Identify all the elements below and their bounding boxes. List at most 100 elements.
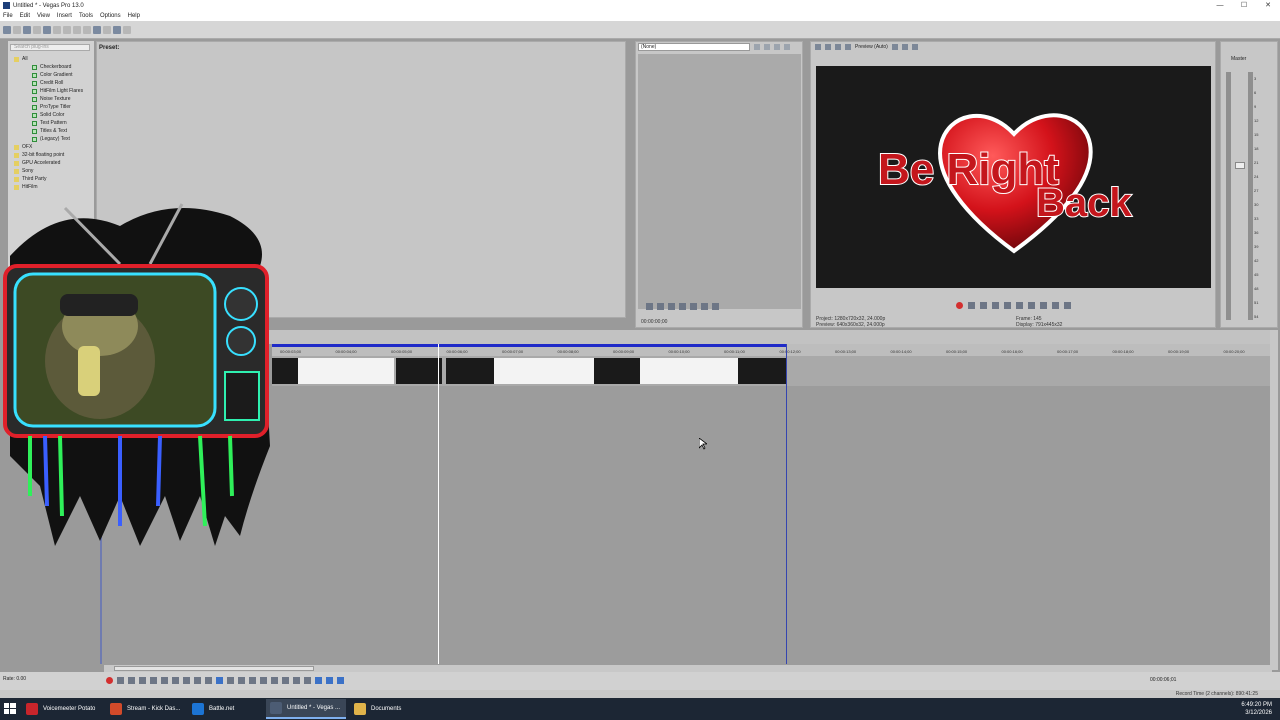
master-fader[interactable] — [1235, 162, 1245, 169]
envelope-tool-icon[interactable] — [227, 677, 234, 684]
preview-fx-icon[interactable] — [835, 44, 841, 50]
playhead-cursor[interactable] — [438, 344, 439, 664]
taskbar-item[interactable]: Stream - Kick Das... — [106, 699, 184, 719]
delete-icon[interactable] — [249, 677, 256, 684]
plugin-tree-item[interactable]: Color Gradient — [10, 71, 83, 79]
go-to-start-icon[interactable] — [172, 677, 179, 684]
preview-stop-icon[interactable] — [1016, 302, 1023, 309]
plugin-tree-item[interactable]: OFX — [10, 143, 83, 151]
plugin-tree-item[interactable]: Sony — [10, 167, 83, 175]
menu-help[interactable]: Help — [128, 13, 140, 19]
trimmer-media-select[interactable]: (None) — [638, 43, 750, 51]
time-ruler[interactable]: 00:00:03;00 00:00:04;00 00:00:05;00 00:00:0… — [272, 344, 1270, 356]
taskbar-item[interactable]: Voicemeeter Potato — [22, 699, 102, 719]
trimmer-pause-icon[interactable] — [679, 303, 686, 310]
video-event[interactable] — [494, 358, 594, 384]
trimmer-play-icon[interactable] — [668, 303, 675, 310]
loop-end-marker[interactable] — [786, 344, 787, 664]
plugin-tree-item[interactable]: 32-bit floating point — [10, 151, 83, 159]
trimmer-add-icon[interactable] — [754, 44, 760, 50]
trim-icon[interactable] — [260, 677, 267, 684]
plugin-tree-item[interactable]: GPU Accelerated — [10, 159, 83, 167]
preview-start-icon[interactable] — [1028, 302, 1035, 309]
trimmer-settings-icon[interactable] — [784, 44, 790, 50]
cut-icon[interactable] — [63, 25, 71, 34]
trimmer-next-frame-icon[interactable] — [712, 303, 719, 310]
video-event[interactable] — [640, 358, 738, 384]
help-icon[interactable] — [123, 25, 131, 34]
plugin-tree-item[interactable]: Solid Color — [10, 111, 83, 119]
play-icon[interactable] — [139, 677, 146, 684]
go-to-end-icon[interactable] — [183, 677, 190, 684]
stop-icon[interactable] — [161, 677, 168, 684]
menu-options[interactable]: Options — [100, 13, 121, 19]
preview-end-icon[interactable] — [1040, 302, 1047, 309]
trimmer-stop-icon[interactable] — [690, 303, 697, 310]
taskbar-item[interactable]: Untitled * - Vegas ... — [266, 699, 346, 719]
plugin-tree-item[interactable]: Checkerboard — [10, 63, 83, 71]
plugin-tree-item[interactable]: HitFilm — [10, 183, 83, 191]
clip-thumbnail[interactable] — [446, 358, 494, 384]
trimmer-loop-icon[interactable] — [646, 303, 653, 310]
plugin-tree-item[interactable]: (Legacy) Text — [10, 135, 83, 143]
preview-play-icon[interactable] — [992, 302, 999, 309]
auto-crossfade-icon[interactable] — [326, 677, 333, 684]
preview-save-snapshot-icon[interactable] — [911, 44, 918, 50]
menu-edit[interactable]: Edit — [20, 13, 30, 19]
trimmer-folder-icon[interactable] — [764, 44, 770, 50]
record-icon[interactable] — [106, 677, 113, 684]
plugin-tree-item[interactable]: Titles & Text — [10, 127, 83, 135]
open-icon[interactable] — [13, 25, 21, 34]
menu-view[interactable]: View — [37, 13, 50, 19]
trimmer-play-from-start-icon[interactable] — [657, 303, 664, 310]
system-clock[interactable]: 6:49:20 PM 3/12/2026 — [1241, 701, 1272, 717]
selection-tool-icon[interactable] — [238, 677, 245, 684]
clip-thumbnail[interactable] — [396, 358, 442, 384]
trimmer-remove-icon[interactable] — [774, 44, 780, 50]
menu-tools[interactable]: Tools — [79, 13, 93, 19]
split-icon[interactable] — [271, 677, 278, 684]
preview-quality-select[interactable]: Preview (Auto) — [855, 44, 888, 50]
loop-region[interactable] — [272, 344, 787, 347]
copy-icon[interactable] — [73, 25, 81, 34]
play-from-start-icon[interactable] — [128, 677, 135, 684]
next-frame-icon[interactable] — [205, 677, 212, 684]
marker-icon[interactable] — [293, 677, 300, 684]
plugin-tree-item[interactable]: Third Party — [10, 175, 83, 183]
normal-edit-tool-icon[interactable] — [216, 677, 223, 684]
scroll-thumb[interactable] — [114, 666, 314, 671]
render-icon[interactable] — [43, 25, 51, 34]
new-project-icon[interactable] — [3, 25, 11, 34]
ripple-edit-icon[interactable] — [337, 677, 344, 684]
plugin-tree-item[interactable]: HitFilm Light Flares — [10, 87, 83, 95]
windows-start-icon[interactable] — [2, 702, 18, 716]
maximize-button[interactable]: ☐ — [1232, 0, 1256, 11]
pause-icon[interactable] — [150, 677, 157, 684]
preview-next-frame-icon[interactable] — [1064, 302, 1071, 309]
video-track[interactable] — [272, 356, 1270, 386]
preview-record-icon[interactable] — [956, 302, 963, 309]
preview-properties-icon[interactable] — [815, 44, 821, 50]
plugin-tree-item[interactable]: Test Pattern — [10, 119, 83, 127]
preview-device-icon[interactable] — [825, 44, 831, 50]
trimmer-area[interactable] — [638, 54, 801, 309]
taskbar-item[interactable]: Battle.net — [188, 699, 262, 719]
preview-copy-snapshot-icon[interactable] — [901, 44, 908, 50]
minimize-button[interactable]: — — [1208, 0, 1232, 11]
trimmer-prev-frame-icon[interactable] — [701, 303, 708, 310]
save-icon[interactable] — [23, 25, 31, 34]
video-event[interactable] — [298, 358, 394, 384]
close-button[interactable]: ✕ — [1256, 0, 1280, 11]
undo-icon[interactable] — [93, 25, 101, 34]
plugin-tree-item[interactable]: All — [10, 55, 83, 63]
properties-icon[interactable] — [53, 25, 61, 34]
preview-split-icon[interactable] — [845, 44, 851, 50]
plugin-tree-item[interactable]: Noise Texture — [10, 95, 83, 103]
vertical-scrollbar[interactable] — [1270, 330, 1278, 670]
save-as-icon[interactable] — [33, 25, 41, 34]
menu-file[interactable]: File — [3, 13, 13, 19]
plugin-search-input[interactable]: Search plug-ins — [10, 44, 90, 51]
preview-overlays-icon[interactable] — [891, 44, 898, 50]
clip-thumbnail[interactable] — [738, 358, 786, 384]
plugin-tree-item[interactable]: ProType Titler — [10, 103, 83, 111]
